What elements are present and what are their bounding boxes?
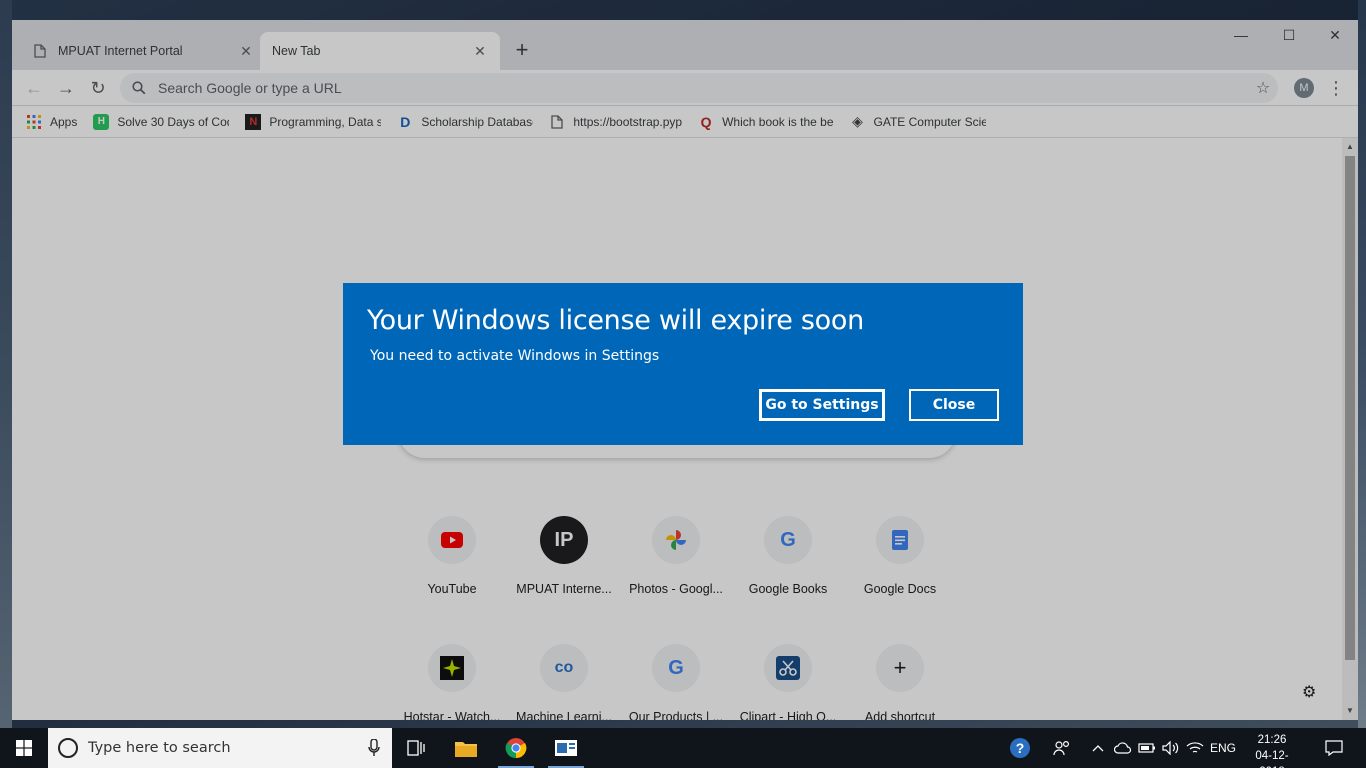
wifi-icon[interactable] bbox=[1184, 728, 1206, 768]
battery-icon[interactable] bbox=[1136, 728, 1158, 768]
go-to-settings-button[interactable]: Go to Settings bbox=[759, 389, 885, 421]
cloud-sync-icon[interactable] bbox=[1112, 728, 1134, 768]
windows-start-icon[interactable] bbox=[0, 728, 48, 768]
speaker-icon[interactable] bbox=[1160, 728, 1182, 768]
license-expiry-dialog: Your Windows license will expire soon Yo… bbox=[343, 283, 1023, 445]
microphone-icon[interactable] bbox=[356, 739, 392, 757]
chrome-taskbar-icon[interactable] bbox=[492, 728, 540, 768]
file-explorer-icon[interactable] bbox=[442, 728, 490, 768]
cortana-icon bbox=[58, 738, 78, 758]
clock-date: 04-12-2018 bbox=[1255, 750, 1289, 768]
windows-taskbar: Type here to search ? ENG 21:26 04-12-20… bbox=[0, 728, 1366, 768]
clock-time: 21:26 bbox=[1257, 734, 1287, 746]
taskbar-search-box[interactable]: Type here to search bbox=[48, 728, 392, 768]
svg-text:?: ? bbox=[1016, 740, 1025, 756]
people-icon[interactable] bbox=[1048, 728, 1076, 768]
dialog-message: You need to activate Windows in Settings bbox=[370, 348, 660, 364]
dialog-title: Your Windows license will expire soon bbox=[367, 305, 864, 336]
help-icon[interactable]: ? bbox=[1004, 728, 1036, 768]
notifications-icon[interactable] bbox=[1318, 728, 1350, 768]
clock[interactable]: 21:26 04-12-2018 bbox=[1244, 732, 1300, 768]
chevron-up-icon[interactable] bbox=[1088, 728, 1108, 768]
taskbar-search-placeholder: Type here to search bbox=[88, 740, 231, 756]
close-dialog-button[interactable]: Close bbox=[909, 389, 999, 421]
language-indicator[interactable]: ENG bbox=[1206, 728, 1240, 768]
app-window-icon[interactable] bbox=[542, 728, 590, 768]
task-view-icon[interactable] bbox=[392, 728, 440, 768]
